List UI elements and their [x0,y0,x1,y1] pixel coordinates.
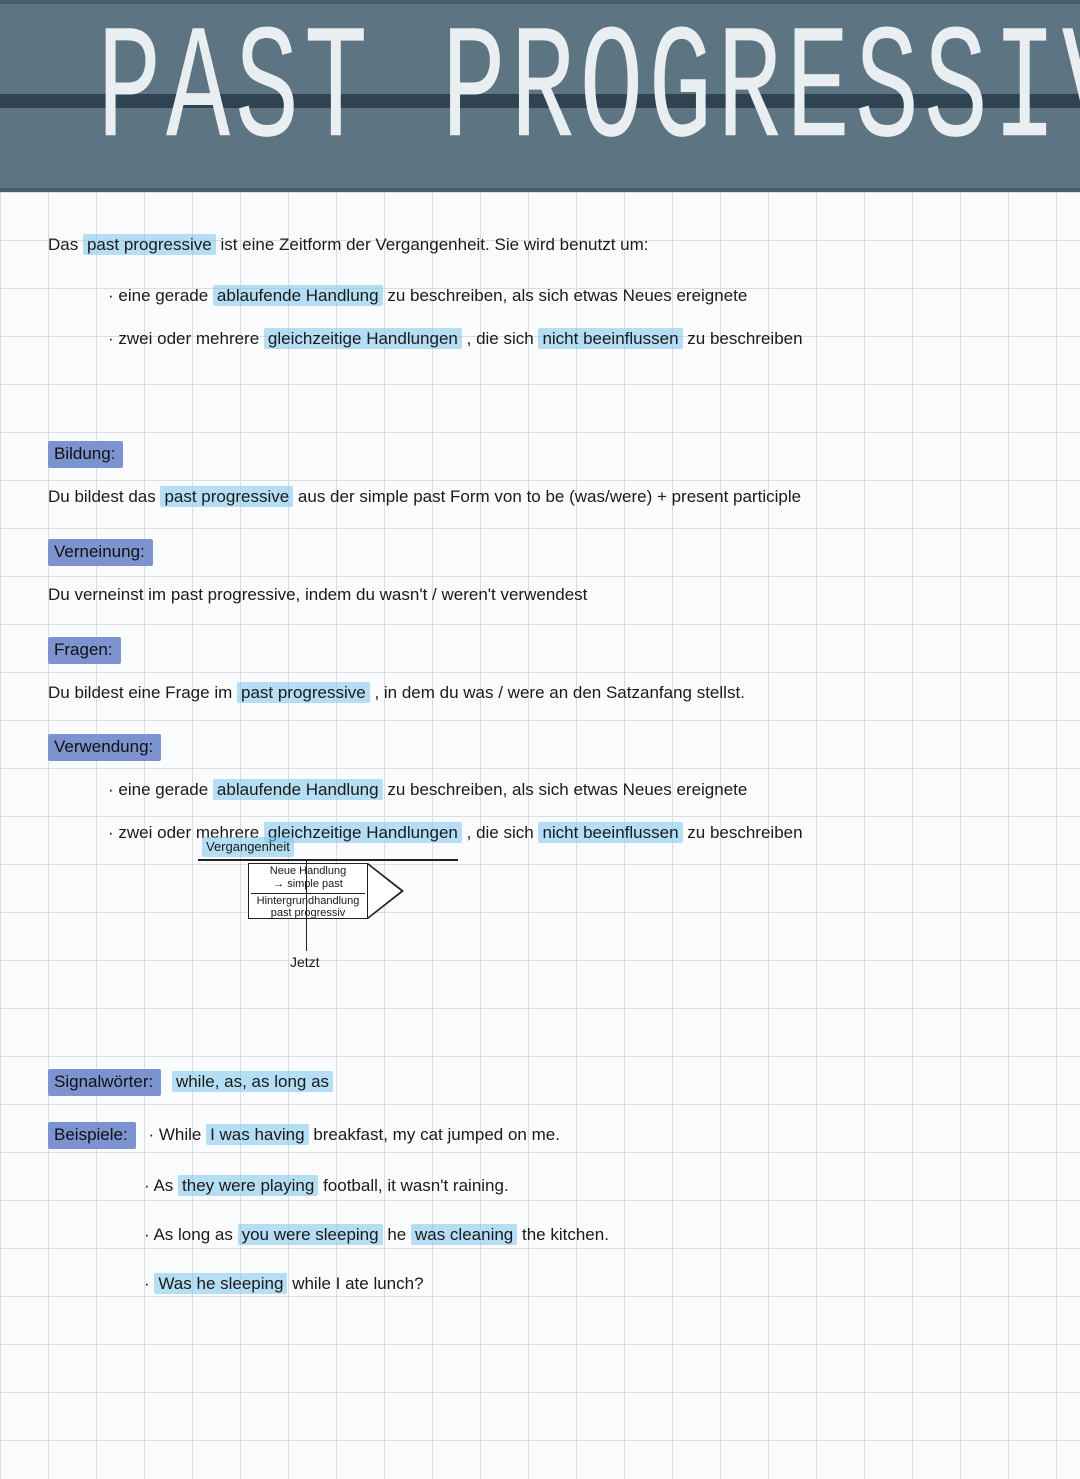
intro-post: ist eine Zeitform der Vergangenheit. Sie… [220,235,648,254]
fragen-text: Du bildest eine Frage im past progressiv… [48,682,1050,705]
bildung-hl: past progressive [160,486,293,507]
label-beispiele: Beispiele: [48,1122,136,1149]
vb2e: zu beschreiben [687,823,802,842]
intro-pre: Das [48,235,83,254]
e1c: breakfast, my cat jumped on me. [313,1125,560,1144]
e2b: they were playing [178,1175,318,1196]
box-line2: → simple past [251,878,365,891]
signal-text: while, as, as long as [172,1071,333,1092]
e4b: while I ate lunch? [292,1274,423,1293]
e4a: Was he sleeping [154,1273,287,1294]
b2b: gleichzeitige Handlungen [264,328,462,349]
diagram-jetzt: Jetzt [290,953,320,972]
label-verneinung: Verneinung: [48,539,153,566]
header-band: PAST PROGRESSIVE [0,0,1080,192]
diagram-vergangenheit: Vergangenheit [202,837,294,857]
e3b: you were sleeping [238,1224,383,1245]
b1b: ablaufende Handlung [213,285,383,306]
box-line1: Neue Handlung [251,865,365,878]
ex1: · While I was having breakfast, my cat j… [148,1125,559,1144]
verw-bullet-1: · eine gerade ablaufende Handlung zu bes… [48,779,1050,802]
section-bildung: Bildung: Du bildest das past progressive… [48,441,1050,509]
label-fragen: Fragen: [48,637,121,664]
b2d: nicht beeinflussen [538,328,682,349]
e3e: the kitchen. [522,1225,609,1244]
arrow-icon [368,863,404,919]
ex3: · As long as you were sleeping he was cl… [48,1224,1050,1247]
fragen-a: Du bildest eine Frage im [48,683,237,702]
ex4: · Was he sleeping while I ate lunch? [48,1273,1050,1296]
note-content: Das past progressive ist eine Zeitform d… [0,220,1080,1296]
bullet-2: · zwei oder mehrere gleichzeitige Handlu… [48,328,1050,351]
bildung-b: aus der simple past Form von to be (was/… [298,487,801,506]
bildung-a: Du bildest das [48,487,160,506]
b1c: zu beschreiben, als sich etwas Neues ere… [387,286,747,305]
page-title: PAST PROGRESSIVE [97,0,983,207]
section-beispiele: Beispiele: · While I was having breakfas… [48,1122,1050,1296]
bildung-text: Du bildest das past progressive aus der … [48,486,1050,509]
b2e: zu beschreiben [687,329,802,348]
vb1b: ablaufende Handlung [213,779,383,800]
e1a: While [159,1125,206,1144]
b2a: zwei oder mehrere [118,329,264,348]
section-signalwoerter: Signalwörter: while, as, as long as [48,1069,1050,1096]
b1a: eine gerade [118,286,213,305]
section-verwendung: Verwendung: · eine gerade ablaufende Han… [48,734,1050,989]
e3c: he [387,1225,411,1244]
label-bildung: Bildung: [48,441,123,468]
box-line3: Hintergrundhandlung [251,893,365,908]
diagram-box: Neue Handlung → simple past Hintergrundh… [248,863,368,919]
vb2d: nicht beeinflussen [538,822,682,843]
fragen-hl: past progressive [237,682,370,703]
fragen-b: , in dem du was / were an den Satzanfang… [374,683,744,702]
box-line4: past progressiv [251,907,365,920]
bullet-1: · eine gerade ablaufende Handlung zu bes… [48,285,1050,308]
vb1c: zu beschreiben, als sich etwas Neues ere… [387,780,747,799]
e3a: As long as [153,1225,237,1244]
e2a: As [153,1176,178,1195]
e3d: was cleaning [411,1224,517,1245]
vb2c: , die sich [467,823,539,842]
vb1a: eine gerade [118,780,213,799]
section-verneinung: Verneinung: Du verneinst im past progres… [48,539,1050,607]
label-verwendung: Verwendung: [48,734,161,761]
timeline-diagram: Vergangenheit Neue Handlung → simple pas… [198,849,458,989]
b2c: , die sich [467,329,539,348]
label-signal: Signalwörter: [48,1069,161,1096]
section-fragen: Fragen: Du bildest eine Frage im past pr… [48,637,1050,705]
verneinung-text: Du verneinst im past progressive, indem … [48,584,1050,607]
ex2: · As they were playing football, it wasn… [48,1175,1050,1198]
e2c: football, it wasn't raining. [323,1176,509,1195]
e1b: I was having [206,1124,309,1145]
verw-bullet-2: · zwei oder mehrere gleichzeitige Handlu… [48,822,1050,845]
intro-line: Das past progressive ist eine Zeitform d… [48,234,1050,257]
timeline-line [198,859,458,861]
intro-highlight: past progressive [83,234,216,255]
jetzt-marker [306,859,307,951]
